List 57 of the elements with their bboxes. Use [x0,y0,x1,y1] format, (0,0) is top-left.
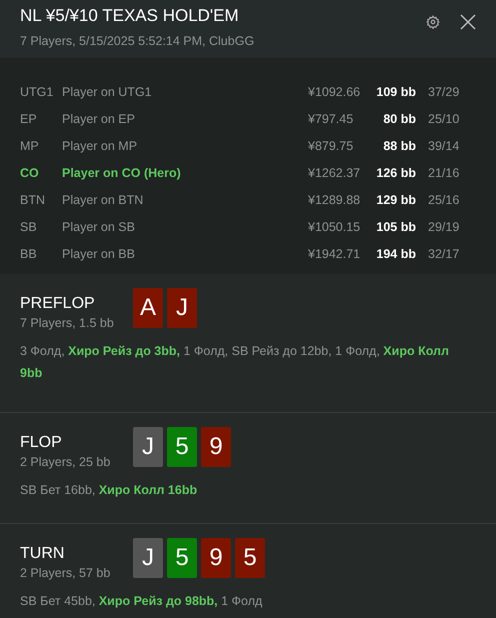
player-stack: ¥1050.15 [308,219,362,236]
player-big-blinds: 88 bb [382,138,416,155]
player-stats: 25/16 [427,192,460,209]
action-summary: 3 Фолд, Хиро Рейз до 3bb, 1 Фолд, SB Рейз до 12bb, 1 Фолд, Хиро Колл 9bb [20,343,450,382]
player-big-blinds: 194 bb [375,246,416,263]
settings-icon[interactable] [426,15,440,29]
player-stats: 29/19 [427,219,460,236]
player-position: CO [20,165,40,182]
playing-card: 9 [201,427,231,467]
street-name: FLOP [20,433,63,453]
player-stats: 21/16 [427,165,460,182]
playing-card: 5 [167,538,197,578]
player-position: BTN [20,192,46,209]
player-stats: 39/14 [427,138,460,155]
player-stack: ¥1942.71 [308,246,362,263]
player-stats: 32/17 [427,246,460,263]
action-summary: SB Бет 45bb, Хиро Рейз до 98bb, 1 Фолд [20,593,264,610]
action-summary: SB Бет 16bb, Хиро Колл 16bb [20,482,198,499]
player-big-blinds: 129 bb [375,192,416,209]
player-name: Player on BB [62,246,136,263]
player-stack: ¥1262.37 [308,165,362,182]
hand-info: 7 Players, 5/15/2025 5:52:14 PM, ClubGG [20,33,256,50]
window-title: NL ¥5/¥10 TEXAS HOLD'EM [20,5,240,27]
playing-card: 5 [235,538,265,578]
close-icon[interactable] [460,14,476,30]
street-info: 2 Players, 25 bb [20,454,112,471]
player-name: Player on SB [62,219,136,236]
player-stack: ¥1289.88 [308,192,362,209]
player-position: BB [20,246,38,263]
street-name: PREFLOP [20,294,96,314]
playing-card: J [133,538,163,578]
player-big-blinds: 80 bb [382,111,416,128]
player-position: UTG1 [20,84,54,101]
playing-card: 9 [201,538,231,578]
street-info: 2 Players, 57 bb [20,565,112,582]
player-name: Player on UTG1 [62,84,153,101]
player-name: Player on BTN [62,192,144,209]
player-position: SB [20,219,38,236]
player-stack: ¥797.45 [308,111,354,128]
player-stack: ¥1092.66 [308,84,362,101]
player-position: EP [20,111,38,128]
playing-card: 5 [167,427,197,467]
player-name: Player on CO (Hero) [62,165,182,182]
player-name: Player on MP [62,138,138,155]
player-stats: 37/29 [427,84,460,101]
player-position: MP [20,138,40,155]
playing-card: J [133,427,163,467]
player-stats: 25/10 [427,111,460,128]
street-info: 7 Players, 1.5 bb [20,315,115,332]
player-name: Player on EP [62,111,136,128]
street-name: TURN [20,544,66,564]
player-big-blinds: 126 bb [375,165,416,182]
player-big-blinds: 105 bb [375,219,416,236]
player-stack: ¥879.75 [308,138,354,155]
playing-card: J [167,288,197,328]
playing-card: A [133,288,163,328]
player-big-blinds: 109 bb [375,84,416,101]
